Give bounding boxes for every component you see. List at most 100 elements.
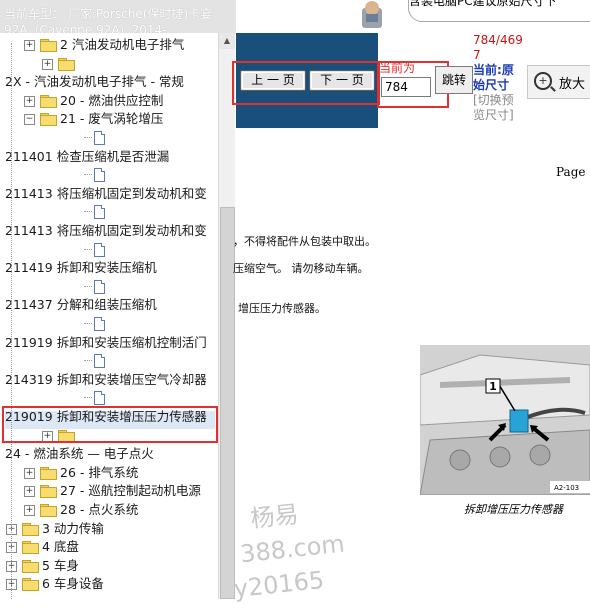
mascot-icon — [362, 1, 382, 28]
tree-row[interactable]: +2 汽油发动机电子排气 — [0, 35, 218, 55]
tree-guide-line — [11, 43, 12, 599]
current-page-label: 当前为 — [379, 61, 416, 75]
zoom-button[interactable]: + 放大 — [527, 65, 590, 99]
page-number-input[interactable] — [381, 77, 431, 97]
doc-line-2: 压缩空气。 请勿移动车辆。 — [233, 262, 369, 275]
tree-row[interactable]: 24 - 燃油系统 — 电子点火 — [0, 444, 218, 464]
engine-diagram: 1 A2-103 — [420, 345, 590, 495]
jump-button[interactable]: 跳转 — [435, 66, 473, 94]
tree-row-label: 211919 拆卸和安装压缩机控制活门 — [5, 334, 207, 350]
banner-text: 含装电脑PC建议原始尺寸下 — [408, 0, 590, 22]
prev-page-label: 上 一 页 — [251, 73, 295, 87]
vehicle-model-line: 当前车型： 厂家:Porsche(保时捷)卡宴 — [4, 7, 213, 21]
folder-icon — [22, 541, 39, 555]
folder-icon — [40, 94, 57, 108]
figure-code: A2-103 — [554, 484, 579, 492]
document-icon — [94, 279, 105, 294]
tree-row-label: 20 - 燃油供应控制 — [60, 92, 164, 108]
tree-row[interactable] — [0, 277, 218, 297]
tree-row[interactable]: 211919 拆卸和安装压缩机控制活门 — [0, 333, 218, 353]
selected-row-outline — [2, 406, 218, 443]
tree-row-label: 211437 分解和组装压缩机 — [5, 297, 157, 313]
tree-row[interactable]: 211419 拆卸和安装压缩机 — [0, 258, 218, 278]
folder-icon — [40, 485, 57, 499]
expand-icon[interactable]: + — [24, 40, 35, 51]
sensor-illustration: 1 A2-103 — [420, 345, 590, 495]
tree-row[interactable]: +6 车身设备 — [0, 574, 218, 594]
folder-icon — [58, 57, 75, 71]
tree-row[interactable]: +3 动力传输 — [0, 519, 218, 539]
expand-icon[interactable]: + — [42, 58, 53, 70]
figure-caption: 拆卸增压压力传感器 — [464, 503, 563, 516]
folder-icon — [40, 504, 57, 517]
tree-row-label: 211419 拆卸和安装压缩机 — [5, 260, 157, 276]
page-counter: 784/4697 当前:原始尺寸 [切换预览尺寸] — [473, 33, 523, 123]
document-icon — [94, 242, 105, 257]
folder-icon — [22, 559, 39, 573]
expand-icon[interactable]: + — [24, 95, 35, 107]
tree-row[interactable]: 214319 拆卸和安装增压空气冷却器 — [0, 370, 218, 390]
page-number-label: Page 2 — [556, 165, 590, 179]
next-page-button[interactable]: 下 一 页 — [309, 70, 375, 91]
doc-line-1: ，不得将配件从包装中取出。 — [233, 235, 376, 248]
tree-row[interactable]: + — [0, 54, 218, 74]
expand-icon[interactable]: + — [24, 486, 35, 498]
tree-row[interactable]: +27 - 巡航控制起动机电源 — [0, 481, 218, 501]
tree-row[interactable] — [0, 240, 218, 260]
tree-row-label: 211413 将压缩机固定到发动机和变 — [5, 185, 207, 201]
scroll-up-icon[interactable]: ▲ — [219, 33, 235, 49]
tree-scrollbar[interactable]: ▲ — [218, 33, 235, 599]
tree-row-label: 24 - 燃油系统 — 电子点火 — [5, 446, 154, 462]
folder-icon — [22, 522, 39, 536]
document-icon — [94, 391, 105, 406]
vehicle-year-line: 92A（Cayenne 92A）2014- — [4, 23, 167, 33]
tree-row-label: 211401 检查压缩机是否泄漏 — [5, 148, 170, 164]
tree-row[interactable]: 211413 将压缩机固定到发动机和变 — [0, 184, 218, 204]
tree-row[interactable] — [0, 351, 218, 371]
tree-row[interactable]: 211401 检查压缩机是否泄漏 — [0, 147, 218, 167]
tree-row-label: 26 - 排气系统 — [60, 464, 139, 480]
tree-row-label: 21 - 废气涡轮增压 — [60, 111, 164, 127]
expand-icon[interactable]: + — [24, 467, 35, 479]
tree-row-label: 214319 拆卸和安装增压空气冷却器 — [5, 371, 207, 387]
tree-row-label: 27 - 巡航控制起动机电源 — [60, 483, 201, 499]
tree-row[interactable]: − 21 - 废气涡轮增压 — [0, 109, 218, 129]
tree-row[interactable]: 2X - 汽油发动机电子排气 - 常规 — [0, 72, 218, 92]
switch-size-hint[interactable]: [切换预览尺寸] — [473, 93, 523, 123]
tree-row[interactable] — [0, 128, 218, 148]
tree-row[interactable]: +20 - 燃油供应控制 — [0, 91, 218, 111]
zoom-in-icon: + — [534, 72, 552, 90]
folder-open-icon — [40, 39, 57, 52]
prev-page-button[interactable]: 上 一 页 — [240, 70, 306, 91]
document-icon — [94, 205, 105, 220]
tree-row-label: 2 汽油发动机电子排气 — [60, 37, 185, 52]
tree-row[interactable]: +4 底盘 — [0, 537, 218, 557]
tree-row-label: 5 车身 — [42, 557, 79, 573]
tree-row[interactable]: +5 车身 — [0, 556, 218, 576]
tree-row[interactable]: +28 - 点火系统 — [0, 500, 218, 520]
tree-row[interactable] — [0, 165, 218, 185]
doc-line-3: 增压压力传感器。 — [238, 302, 326, 315]
tree-row[interactable] — [0, 202, 218, 222]
tree-row-label: 28 - 点火系统 — [60, 502, 139, 517]
tree-row-label: 3 动力传输 — [42, 520, 104, 536]
document-icon — [94, 354, 105, 369]
folder-open-icon — [40, 113, 57, 127]
page-count: 784/4697 — [473, 33, 523, 62]
zoom-label: 放大 — [559, 77, 586, 92]
tree-row-label: 211413 将压缩机固定到发动机和变 — [5, 223, 207, 238]
current-word: 当前: — [473, 63, 502, 77]
navigation-tree[interactable]: +2 汽油发动机电子排气 +2X - 汽油发动机电子排气 - 常规 +20 - 燃油… — [0, 33, 218, 599]
top-banner: 含装电脑PC建议原始尺寸下 — [346, 0, 590, 32]
folder-icon — [22, 578, 39, 592]
folder-icon — [40, 466, 57, 480]
tree-row[interactable] — [0, 314, 218, 334]
collapse-icon[interactable]: − — [24, 114, 35, 126]
callout-number: 1 — [489, 380, 497, 393]
tree-row[interactable]: +26 - 排气系统 — [0, 463, 218, 483]
document-icon — [94, 168, 105, 183]
expand-icon[interactable]: + — [24, 505, 35, 516]
tree-row[interactable]: 211437 分解和组装压缩机 — [0, 295, 218, 315]
next-page-label: 下 一 页 — [320, 73, 364, 87]
tree-row[interactable]: 211413 将压缩机固定到发动机和变 — [0, 221, 218, 241]
